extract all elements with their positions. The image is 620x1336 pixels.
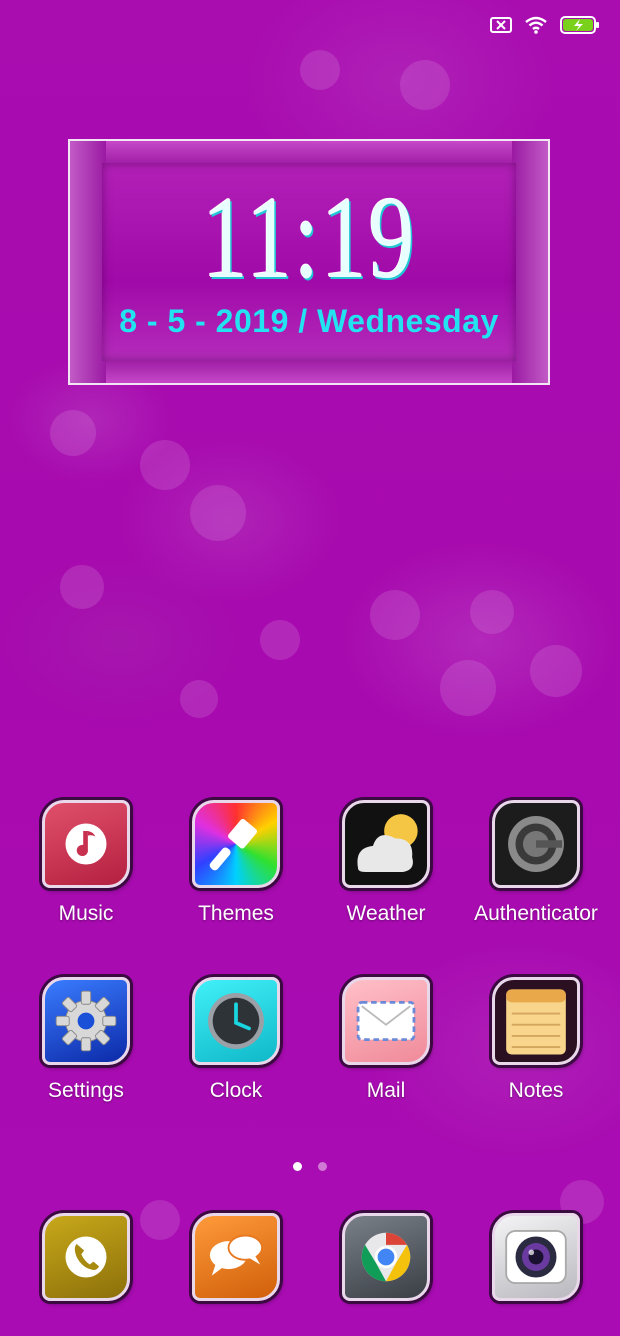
app-label: Themes — [198, 902, 274, 925]
clock-icon — [208, 993, 264, 1049]
wallpaper-flower — [300, 50, 340, 90]
page-dot-active[interactable] — [292, 1162, 302, 1171]
wallpaper-flower — [50, 410, 96, 456]
weather-cloud-sun-icon — [357, 814, 418, 872]
messages-icon-tile — [192, 1213, 280, 1301]
notepad-icon — [506, 989, 566, 1055]
wallpaper-flower — [140, 440, 190, 490]
dock-messages[interactable] — [161, 1213, 311, 1301]
notes-icon-tile — [492, 977, 580, 1065]
music-icon-tile — [42, 800, 130, 888]
settings-icon-tile — [42, 977, 130, 1065]
wallpaper-flower — [400, 60, 450, 110]
dock-phone[interactable] — [11, 1213, 161, 1301]
widget-bevel-left — [70, 141, 106, 383]
app-label: Mail — [366, 1079, 406, 1102]
wallpaper-flower — [260, 620, 300, 660]
authenticator-icon-tile — [492, 800, 580, 888]
clock-widget[interactable]: 11:19 8 - 5 - 2019 / Wednesday — [68, 139, 550, 385]
wallpaper-flower — [60, 565, 104, 609]
status-bar — [490, 16, 600, 34]
date-display: 8 - 5 - 2019 / Wednesday — [119, 303, 499, 339]
widget-bevel-right — [512, 141, 548, 383]
app-clock[interactable]: Clock — [161, 977, 311, 1103]
app-mail[interactable]: Mail — [311, 977, 461, 1103]
wallpaper-flower — [530, 645, 582, 697]
wallpaper-flower — [440, 660, 496, 716]
app-label: Settings — [48, 1079, 124, 1102]
dock-browser[interactable] — [311, 1213, 461, 1301]
app-notes[interactable]: Notes — [461, 977, 611, 1103]
page-dot[interactable] — [318, 1162, 328, 1171]
gear-icon — [55, 990, 117, 1052]
phone-icon-tile — [42, 1213, 130, 1301]
weather-icon-tile — [342, 800, 430, 888]
app-label: Notes — [508, 1079, 564, 1102]
app-label: Clock — [209, 1079, 263, 1102]
camera-icon — [505, 1229, 567, 1285]
page-indicator[interactable] — [0, 1158, 620, 1176]
sim-missing-icon — [490, 17, 512, 33]
camera-icon-tile — [492, 1213, 580, 1301]
envelope-icon — [356, 1000, 416, 1042]
wallpaper-flower — [190, 485, 246, 541]
wifi-icon — [524, 16, 548, 34]
music-note-icon — [65, 823, 107, 865]
chrome-icon — [361, 1232, 411, 1282]
authenticator-icon — [508, 816, 564, 872]
time-display: 11:19 — [201, 172, 417, 303]
app-settings[interactable]: Settings — [11, 977, 161, 1103]
battery-charging-icon — [560, 16, 600, 34]
wallpaper-flower — [470, 590, 514, 634]
paintbrush-icon — [209, 819, 258, 871]
dock-camera[interactable] — [461, 1213, 611, 1301]
clock-icon-tile — [192, 977, 280, 1065]
app-weather[interactable]: Weather — [311, 800, 461, 926]
wallpaper-flower — [180, 680, 218, 718]
phone-icon — [65, 1236, 107, 1278]
wallpaper-flower — [370, 590, 420, 640]
app-label: Music — [58, 902, 114, 925]
messages-icon — [209, 1234, 264, 1276]
app-music[interactable]: Music — [11, 800, 161, 926]
app-authenticator[interactable]: Authenticator — [461, 800, 611, 926]
app-themes[interactable]: Themes — [161, 800, 311, 926]
mail-icon-tile — [342, 977, 430, 1065]
chrome-icon-tile — [342, 1213, 430, 1301]
themes-icon-tile — [192, 800, 280, 888]
app-label: Authenticator — [474, 902, 598, 925]
app-label: Weather — [346, 902, 426, 925]
